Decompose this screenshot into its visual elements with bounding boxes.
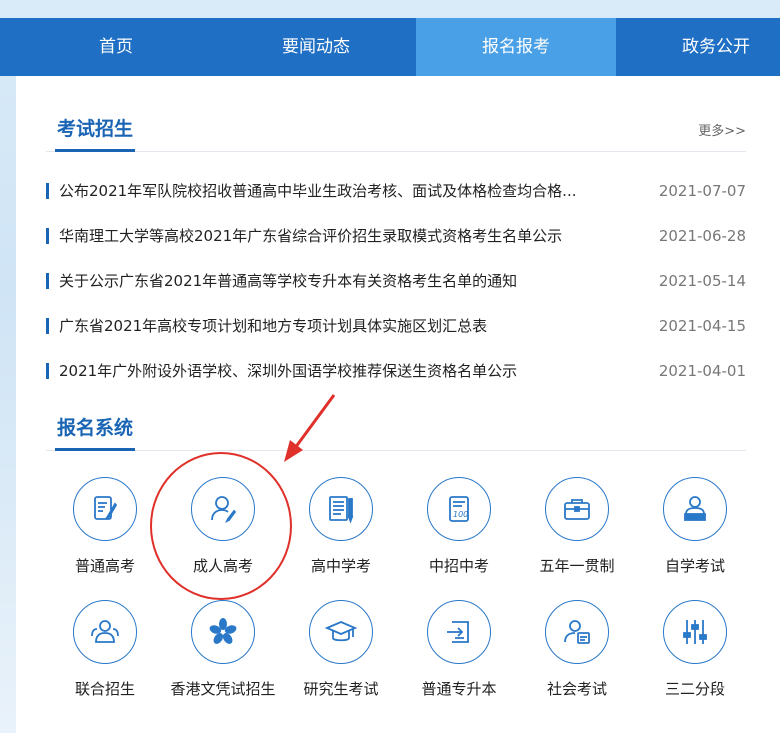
- score-sheet-icon: 100: [427, 477, 491, 541]
- bauhinia-icon: [191, 600, 255, 664]
- tile-self-study-exam[interactable]: 自学考试: [636, 477, 754, 576]
- group-icon: [73, 600, 137, 664]
- tile-joint-recruitment[interactable]: 联合招生: [46, 600, 164, 699]
- document-pen-icon: [73, 477, 137, 541]
- transfer-icon: [427, 600, 491, 664]
- news-date: 2021-05-14: [658, 271, 746, 290]
- tile-five-year[interactable]: 五年一贯制: [518, 477, 636, 576]
- top-nav: 首页 要闻动态 报名报考 政务公开: [0, 18, 780, 76]
- news-title[interactable]: 关于公示广东省2021年普通高等学校专升本有关资格考生名单的通知: [59, 270, 614, 291]
- bullet-bar: [46, 317, 49, 334]
- tile-label: 社会考试: [546, 680, 607, 698]
- person-laptop-icon: [663, 477, 727, 541]
- nav-news[interactable]: 要闻动态: [216, 18, 416, 76]
- news-title[interactable]: 广东省2021年高校专项计划和地方专项计划具体实施区划汇总表: [59, 315, 614, 336]
- graduation-cap-icon: [309, 600, 373, 664]
- tile-label: 联合招生: [74, 680, 135, 698]
- tile-graduate-exam[interactable]: 研究生考试: [282, 600, 400, 699]
- tile-label: 普通高考: [74, 557, 135, 575]
- highlight-circle-annotation: [150, 452, 292, 600]
- tile-label: 三二分段: [664, 680, 725, 698]
- tile-social-exam[interactable]: 社会考试: [518, 600, 636, 699]
- news-title[interactable]: 公布2021年军队院校招收普通高中毕业生政治考核、面试及体格检查均合格...: [59, 180, 614, 201]
- svg-text:100: 100: [453, 510, 468, 519]
- news-item[interactable]: 2021年广外附设外语学校、深圳外国语学校推荐保送生资格名单公示 2021-04…: [46, 348, 746, 393]
- nav-home[interactable]: 首页: [16, 18, 216, 76]
- tile-label: 中招中考: [428, 557, 489, 575]
- sliders-icon: [663, 600, 727, 664]
- bullet-bar: [46, 182, 49, 199]
- news-list: 公布2021年军队院校招收普通高中毕业生政治考核、面试及体格检查均合格... 2…: [46, 168, 746, 393]
- tile-label: 自学考试: [664, 557, 725, 575]
- tile-three-two-segment[interactable]: 三二分段: [636, 600, 754, 699]
- news-date: 2021-06-28: [658, 226, 746, 245]
- news-title[interactable]: 2021年广外附设外语学校、深圳外国语学校推荐保送生资格名单公示: [59, 360, 614, 381]
- news-date: 2021-07-07: [658, 181, 746, 200]
- tile-label: 普通专升本: [421, 680, 497, 698]
- tile-hkdse[interactable]: 香港文凭试招生: [164, 600, 282, 699]
- tile-label: 高中学考: [310, 557, 371, 575]
- nav-registration[interactable]: 报名报考: [416, 18, 616, 76]
- system-section-header: 报名系统: [46, 404, 746, 451]
- bullet-bar: [46, 362, 49, 379]
- news-item[interactable]: 广东省2021年高校专项计划和地方专项计划具体实施区划汇总表 2021-04-1…: [46, 303, 746, 348]
- news-item[interactable]: 公布2021年军队院校招收普通高中毕业生政治考核、面试及体格检查均合格... 2…: [46, 168, 746, 213]
- tile-label: 研究生考试: [303, 680, 379, 698]
- tile-upgrade-bachelor[interactable]: 普通专升本: [400, 600, 518, 699]
- tile-label: 香港文凭试招生: [170, 680, 276, 698]
- news-date: 2021-04-01: [658, 361, 746, 380]
- more-link[interactable]: 更多>>: [698, 120, 746, 139]
- notebook-pen-icon: [309, 477, 373, 541]
- tile-general-gaokao[interactable]: 普通高考: [46, 477, 164, 576]
- news-item[interactable]: 关于公示广东省2021年普通高等学校专升本有关资格考生名单的通知 2021-05…: [46, 258, 746, 303]
- news-item[interactable]: 华南理工大学等高校2021年广东省综合评价招生录取模式资格考生名单公示 2021…: [46, 213, 746, 258]
- tile-zhongkao[interactable]: 100 中招中考: [400, 477, 518, 576]
- exam-section-header: 考试招生 更多>>: [46, 106, 746, 152]
- person-document-icon: [545, 600, 609, 664]
- system-section-title: 报名系统: [55, 413, 136, 451]
- tile-high-school-exam[interactable]: 高中学考: [282, 477, 400, 576]
- news-date: 2021-04-15: [658, 316, 746, 335]
- bullet-bar: [46, 227, 49, 244]
- exam-section-title: 考试招生: [55, 114, 136, 152]
- briefcase-icon: [545, 477, 609, 541]
- news-title[interactable]: 华南理工大学等高校2021年广东省综合评价招生录取模式资格考生名单公示: [59, 225, 614, 246]
- nav-government-affairs[interactable]: 政务公开: [616, 18, 780, 76]
- bullet-bar: [46, 272, 49, 289]
- tile-label: 五年一贯制: [539, 557, 615, 575]
